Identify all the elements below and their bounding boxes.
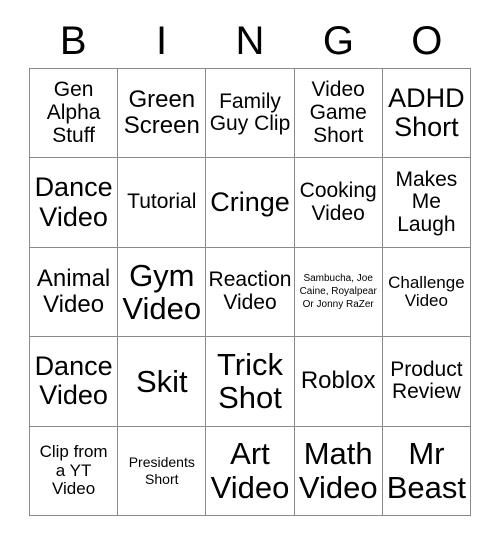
bingo-header-letter-g: G bbox=[322, 19, 354, 63]
bingo-cell-label: Roblox bbox=[300, 367, 376, 395]
bingo-cell-r2c3[interactable]: Cringe bbox=[206, 158, 295, 248]
bingo-cell-r1c3[interactable]: Family Guy Clip bbox=[206, 69, 295, 159]
bingo-cell-label: Green Screen bbox=[123, 86, 200, 140]
bingo-cell-r3c3[interactable]: Reaction Video bbox=[206, 247, 295, 338]
bingo-cell-label: Makes Me Laugh bbox=[395, 167, 458, 236]
bingo-grid: Gen Alpha Stuff Green Screen Family Guy Cl… bbox=[29, 68, 471, 516]
bingo-cell-label: Clip from a YT Video bbox=[39, 442, 108, 498]
bingo-cell-label: Trick Shot bbox=[216, 346, 283, 416]
bingo-cell-label: Gym Video bbox=[122, 257, 202, 326]
bingo-header-letter-i: I bbox=[156, 19, 168, 63]
bingo-header-letter-o: O bbox=[411, 19, 443, 63]
bingo-cell-label: Dance Video bbox=[34, 351, 113, 411]
bingo-card: B I N G O Gen Alpha Stuff Green Screen Fam… bbox=[29, 14, 471, 516]
bingo-cell-r2c1[interactable]: Dance Video bbox=[30, 158, 119, 248]
bingo-cell-r4c5[interactable]: Product Review bbox=[382, 337, 471, 427]
bingo-header-row: B I N G O bbox=[29, 14, 471, 68]
bingo-cell-r4c3[interactable]: Trick Shot bbox=[206, 337, 295, 427]
bingo-cell-r1c5[interactable]: ADHD Short bbox=[382, 69, 471, 159]
bingo-cell-r3c2[interactable]: Gym Video bbox=[118, 247, 207, 338]
bingo-cell-label: Tutorial bbox=[127, 190, 197, 214]
bingo-cell-label: Cringe bbox=[210, 187, 290, 217]
bingo-cell-label: Video Game Short bbox=[309, 78, 367, 147]
bingo-cell-r3c1[interactable]: Animal Video bbox=[30, 247, 119, 338]
bingo-cell-label: Reaction Video bbox=[208, 268, 292, 314]
bingo-cell-label: Challenge Video bbox=[388, 272, 465, 310]
bingo-cell-r4c1[interactable]: Dance Video bbox=[30, 337, 119, 427]
bingo-cell-r4c2[interactable]: Skit bbox=[118, 337, 207, 427]
bingo-cell-r5c5[interactable]: Mr Beast bbox=[382, 426, 471, 516]
bingo-cell-label: Art Video bbox=[210, 436, 290, 505]
bingo-cell-r3c4[interactable]: Sambucha, Joe Caine, Royalpear Or Jonny … bbox=[294, 247, 383, 338]
bingo-header-letter-b: B bbox=[59, 19, 87, 63]
bingo-cell-label: Presidents Short bbox=[128, 454, 195, 487]
bingo-cell-label: Family Guy Clip bbox=[209, 89, 291, 136]
bingo-cell-r2c5[interactable]: Makes Me Laugh bbox=[382, 158, 471, 248]
bingo-cell-label: Gen Alpha Stuff bbox=[46, 78, 101, 147]
bingo-cell-label: Dance Video bbox=[34, 172, 113, 232]
bingo-cell-r1c4[interactable]: Video Game Short bbox=[294, 69, 383, 159]
bingo-cell-r5c2[interactable]: Presidents Short bbox=[118, 426, 207, 516]
bingo-cell-r5c1[interactable]: Clip from a YT Video bbox=[30, 426, 119, 516]
bingo-cell-r5c3[interactable]: Art Video bbox=[206, 426, 295, 516]
bingo-cell-r4c4[interactable]: Roblox bbox=[294, 337, 383, 427]
bingo-cell-r5c4[interactable]: Math Video bbox=[294, 426, 383, 516]
bingo-cell-label: Skit bbox=[135, 363, 188, 399]
bingo-cell-label: Animal Video bbox=[36, 265, 111, 318]
bingo-cell-r2c2[interactable]: Tutorial bbox=[118, 158, 207, 248]
bingo-cell-r3c5[interactable]: Challenge Video bbox=[382, 247, 471, 338]
bingo-cell-label: Math Video bbox=[298, 436, 378, 505]
bingo-cell-r1c2[interactable]: Green Screen bbox=[118, 69, 207, 159]
bingo-cell-r1c1[interactable]: Gen Alpha Stuff bbox=[30, 69, 119, 159]
bingo-header-letter-n: N bbox=[235, 19, 265, 63]
bingo-cell-label: Mr Beast bbox=[386, 436, 467, 505]
bingo-cell-label: Product Review bbox=[390, 357, 463, 404]
bingo-cell-label: Sambucha, Joe Caine, Royalpear Or Jonny … bbox=[299, 273, 377, 311]
bingo-cell-label: Cooking Video bbox=[299, 178, 377, 225]
bingo-cell-label: ADHD Short bbox=[388, 83, 465, 143]
bingo-cell-r2c4[interactable]: Cooking Video bbox=[294, 158, 383, 248]
